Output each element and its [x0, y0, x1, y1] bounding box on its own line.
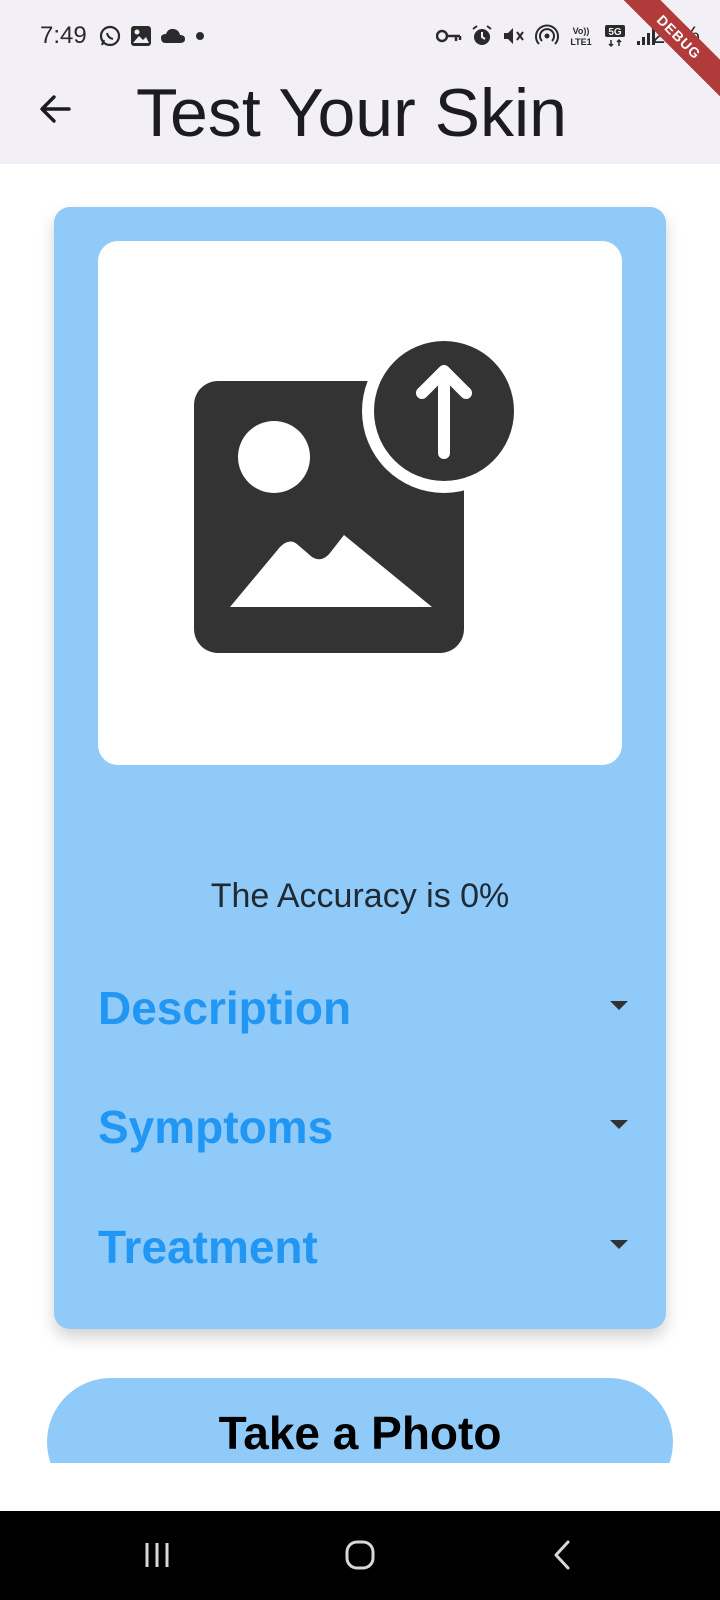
app-bar: Test Your Skin: [0, 75, 720, 164]
volte-icon: Vo)) LTE1: [570, 26, 591, 47]
vpn-key-icon: [436, 29, 462, 43]
system-navigation-bar: [0, 1511, 720, 1600]
result-card: The Accuracy is 0% Description Symptoms …: [54, 207, 666, 1329]
home-icon: [345, 1540, 375, 1570]
gallery-icon: [131, 26, 151, 46]
dot-icon: [196, 32, 204, 40]
recent-apps-button[interactable]: [127, 1533, 187, 1577]
description-label: Description: [98, 982, 352, 1034]
alarm-icon: [472, 25, 492, 45]
home-button[interactable]: [330, 1533, 390, 1577]
page-title: Test Your Skin: [136, 75, 567, 151]
accuracy-text: The Accuracy is 0%: [210, 877, 510, 915]
back-button[interactable]: [30, 84, 80, 134]
treatment-label: Treatment: [98, 1221, 318, 1273]
status-bar: 7:49 Vo)) LTE1 5G: [0, 0, 720, 76]
symptoms-dropdown[interactable]: Symptoms: [98, 1100, 628, 1160]
chevron-down-icon: [610, 1120, 628, 1129]
take-photo-label: Take a Photo: [218, 1407, 502, 1459]
whatsapp-icon: [99, 25, 121, 47]
cloud-icon: [161, 28, 185, 43]
scroll-clip-area: [0, 1463, 720, 1511]
image-upload-icon: [194, 341, 526, 653]
description-dropdown[interactable]: Description: [98, 981, 628, 1041]
symptoms-label: Symptoms: [98, 1101, 334, 1153]
chevron-down-icon: [610, 1240, 628, 1249]
treatment-dropdown[interactable]: Treatment: [98, 1220, 628, 1280]
network-5g-icon: 5G: [605, 25, 625, 48]
svg-text:LTE1: LTE1: [570, 37, 591, 47]
recent-apps-icon: [145, 1543, 169, 1567]
notification-icons: [98, 24, 206, 48]
svg-text:5G: 5G: [608, 27, 622, 38]
chevron-left-icon: [554, 1540, 570, 1570]
image-upload-area[interactable]: [98, 241, 622, 765]
svg-text:Vo)): Vo)): [573, 26, 590, 36]
chevron-down-icon: [610, 1001, 628, 1010]
status-time: 7:49: [40, 22, 87, 49]
system-back-button[interactable]: [532, 1533, 592, 1577]
hotspot-icon: [535, 24, 559, 45]
mute-icon: [504, 28, 524, 44]
system-icons: Vo)) LTE1 5G: [436, 24, 656, 48]
arrow-back-icon: [40, 95, 71, 123]
